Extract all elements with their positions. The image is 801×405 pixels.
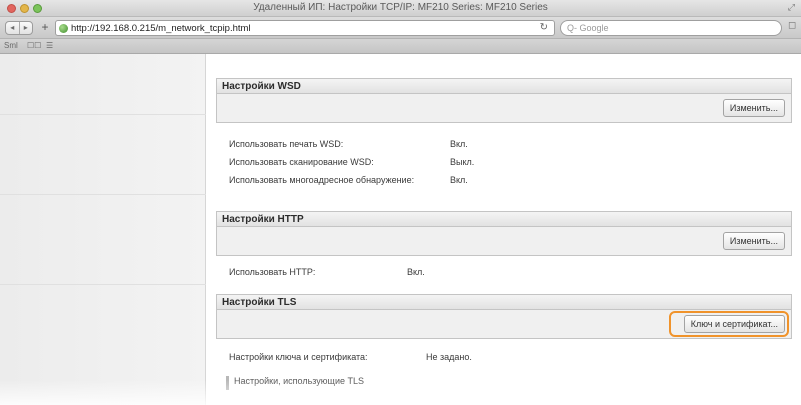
sidebar (0, 54, 206, 405)
key-and-certificate-button[interactable]: Ключ и сертификат... (683, 315, 785, 333)
setting-value: Вкл. (450, 139, 468, 149)
sidebar-divider (0, 114, 206, 115)
setting-label: Настройки ключа и сертификата: (229, 352, 368, 362)
setting-value: Выкл. (450, 157, 475, 167)
setting-value: Вкл. (407, 267, 425, 277)
main-content: Настройки WSD Изменить... Использовать п… (207, 54, 801, 405)
section-header-tls: Настройки TLS (216, 294, 792, 310)
bookmarks-bar: Sml ☐☐ ☰ (0, 39, 801, 54)
window-title: Удаленный ИП: Настройки TCP/IP: MF210 Se… (253, 2, 548, 13)
forward-button[interactable]: ▸ (18, 22, 33, 34)
setting-label: Использовать многоадресное обнаружение: (229, 175, 415, 185)
url-text[interactable]: http://192.168.0.215/m_network_tcpip.htm… (71, 23, 251, 34)
search-placeholder: Q- Google (567, 23, 609, 33)
browser-toolbar: ◂ ▸ + http://192.168.0.215/m_network_tcp… (0, 17, 801, 39)
add-bookmark-button[interactable]: + (38, 20, 52, 35)
reload-icon[interactable]: ↻ (540, 22, 548, 33)
search-field[interactable]: Q- Google (560, 20, 782, 36)
fullscreen-icon[interactable]: ⤢ (788, 2, 795, 13)
setting-value: Не задано. (426, 352, 472, 362)
setting-label: Использовать печать WSD: (229, 139, 344, 149)
bookmark-item[interactable]: ☰ (46, 41, 53, 50)
reader-icon[interactable]: ◻ (788, 20, 799, 34)
nav-buttons: ◂ ▸ (5, 21, 33, 35)
section-actions-http: Изменить... (216, 227, 792, 256)
back-button[interactable]: ◂ (6, 22, 19, 34)
sidebar-divider (0, 194, 206, 195)
section-actions-tls: Ключ и сертификат... (216, 310, 792, 339)
edit-wsd-button[interactable]: Изменить... (722, 99, 785, 117)
section-header-http: Настройки HTTP (216, 211, 792, 227)
window-titlebar: Удаленный ИП: Настройки TCP/IP: MF210 Se… (0, 0, 801, 17)
bookmark-item[interactable]: ☐☐ (27, 41, 41, 50)
setting-label: Использовать HTTP: (229, 267, 316, 277)
bookmark-item[interactable]: Sml (4, 41, 18, 50)
section-actions-wsd: Изменить... (216, 94, 792, 123)
subsection-tls-settings: Настройки, использующие TLS (226, 376, 364, 390)
setting-value: Вкл. (450, 175, 468, 185)
section-header-wsd: Настройки WSD (216, 78, 792, 94)
setting-label: Использовать сканирование WSD: (229, 157, 374, 167)
site-globe-icon (59, 24, 68, 33)
sidebar-divider (0, 284, 206, 285)
address-bar[interactable]: http://192.168.0.215/m_network_tcpip.htm… (55, 20, 555, 36)
edit-http-button[interactable]: Изменить... (722, 232, 785, 250)
